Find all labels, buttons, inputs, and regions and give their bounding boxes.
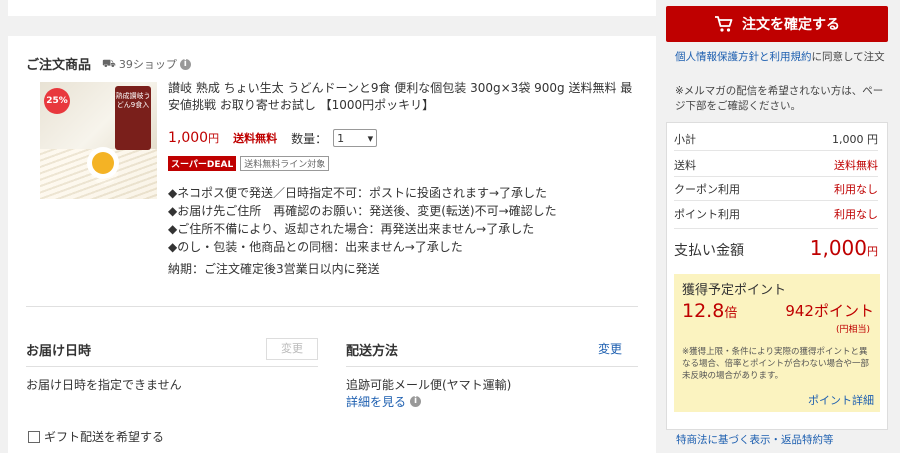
order-section-title: ご注文商品 xyxy=(26,58,92,73)
info-icon[interactable]: i xyxy=(179,58,191,70)
shipping-row: 送料 送料無料 xyxy=(674,157,878,173)
product-pack: 熟成讃岐うどん9食入 xyxy=(115,86,151,150)
quantity-select[interactable]: 1 ▾ xyxy=(333,129,378,147)
points-amount-value: 942 xyxy=(785,302,814,320)
gift-label: ギフト配送を希望する xyxy=(44,430,165,444)
coupon-label: クーポン利用 xyxy=(674,183,740,196)
product-price: 1,000円 xyxy=(168,130,219,146)
mailmag-note: ※メルマガの配信を希望されない方は、ページ下部をご確認ください。 xyxy=(675,85,884,112)
points-yen-equivalent: (円相当) xyxy=(835,325,870,335)
shipping-label: 送料 xyxy=(674,159,696,172)
quantity-value: 1 xyxy=(337,131,345,145)
delivery-detail-link[interactable]: 詳細を見る i xyxy=(346,393,422,410)
points-box: 獲得予定ポイント 12.8倍 942ポイント (円相当) ※獲得上限・条件により… xyxy=(674,274,880,412)
points-fine-print: ※獲得上限・条件により実際の獲得ポイントと異なる場合、倍率とポイントが合わない場… xyxy=(682,347,870,381)
payment-amount: 1,000 xyxy=(809,236,867,260)
subtotal-label: 小計 xyxy=(674,133,696,146)
divider xyxy=(674,228,878,229)
shipping-value: 送料無料 xyxy=(834,159,878,172)
delivery-method-change-link[interactable]: 変更 xyxy=(598,340,622,357)
divider xyxy=(26,306,638,307)
cart-icon xyxy=(715,16,733,32)
point-use-row: ポイント利用 利用なし xyxy=(674,206,878,222)
shop-label: 39ショップ xyxy=(118,58,177,71)
point-use-label: ポイント利用 xyxy=(674,208,740,221)
delivery-date-change-button[interactable]: 変更 xyxy=(266,338,318,360)
order-notes: ◆ネコポス便で発送／日時指定不可：ポストに投函されます→了承した ◆お届け先ご住… xyxy=(168,184,557,256)
chevron-down-icon: ▾ xyxy=(367,131,374,145)
delivery-date-title: お届け日時 xyxy=(26,344,92,359)
points-rate: 12.8倍 xyxy=(682,300,737,322)
super-deal-tag: スーパーDEAL xyxy=(168,156,237,171)
delivery-method-text: 追跡可能メール便(ヤマト運輸) xyxy=(346,378,512,392)
points-title: 獲得予定ポイント xyxy=(682,283,787,298)
pack-text: 熟成讃岐うどん9食入 xyxy=(115,92,151,109)
product-title[interactable]: 讃岐 熟成 ちょい生太 うどんドーンと9食 便利な個包装 300g×3袋 900… xyxy=(168,80,638,114)
gift-checkbox[interactable] xyxy=(28,430,40,443)
divider xyxy=(674,176,878,177)
product-tags: スーパーDEAL 送料無料ライン対象 xyxy=(168,156,330,171)
lead-time: 納期：ご注文確定後3営業日以内に発送 xyxy=(168,262,380,276)
coupon-row: クーポン利用 利用なし xyxy=(674,181,878,197)
subtotal-value: 1,000 円 xyxy=(832,133,878,146)
note-item: ◆ネコポス便で発送／日時指定不可：ポストに投函されます→了承した xyxy=(168,186,548,200)
free-shipping-line-tag: 送料無料ライン対象 xyxy=(240,156,330,171)
note-item: ◆ご住所不備により、返却された場合：再発送出来ません→了承した xyxy=(168,222,535,236)
info-icon: i xyxy=(410,396,422,407)
divider xyxy=(674,200,878,201)
point-use-value: 利用なし xyxy=(834,208,878,221)
points-badge: 25% xyxy=(44,88,70,114)
gift-option[interactable]: ギフト配送を希望する xyxy=(28,428,164,445)
points-amount-unit: ポイント xyxy=(813,302,874,320)
egg-image xyxy=(92,152,114,174)
divider xyxy=(674,150,878,151)
shop-icon: ⛟ xyxy=(102,56,116,70)
payment-total-label: 支払い金額 xyxy=(674,243,744,259)
top-strip xyxy=(8,0,656,16)
legal-notice-link[interactable]: 特商法に基づく表示・返品特約等 xyxy=(676,432,834,447)
subtotal-row: 小計 1,000 円 xyxy=(674,131,878,147)
points-detail-link[interactable]: ポイント詳細 xyxy=(808,392,874,408)
note-item: ◆お届け先ご住所 再確認のお願い：発送後、変更(転送)不可→確認した xyxy=(168,204,557,218)
payment-total-value: 1,000円 xyxy=(810,236,878,260)
price-row: 1,000円 送料無料 数量： 1 ▾ xyxy=(168,129,378,147)
divider xyxy=(346,366,638,367)
delivery-method-title: 配送方法 xyxy=(346,344,399,359)
shop-name[interactable]: ⛟ 39ショップ i xyxy=(102,56,191,72)
quantity-label: 数量： xyxy=(291,131,328,146)
divider xyxy=(26,366,318,367)
points-rate-unit: 倍 xyxy=(724,306,738,321)
privacy-link[interactable]: 個人情報保護方針と利用規約 xyxy=(675,51,812,63)
price-value: 1,000 xyxy=(168,130,209,146)
shipping-free-label: 送料無料 xyxy=(233,132,278,145)
privacy-suffix: に同意して注文 xyxy=(811,51,885,63)
confirm-order-label: 注文を確定する xyxy=(742,17,840,33)
points-rate-value: 12.8 xyxy=(682,300,725,322)
product-thumbnail[interactable]: 25% 熟成讃岐うどん9食入 xyxy=(40,82,157,199)
note-item: ◆のし・包装・他商品との同梱：出来ません→了承した xyxy=(168,240,463,254)
detail-link-label: 詳細を見る xyxy=(346,395,407,409)
delivery-date-text: お届け日時を指定できません xyxy=(26,378,182,392)
points-amount: 942ポイント xyxy=(785,300,874,321)
price-unit: 円 xyxy=(208,132,220,145)
confirm-order-button[interactable]: 注文を確定する xyxy=(666,6,888,42)
privacy-agreement: 個人情報保護方針と利用規約に同意して注文 xyxy=(675,50,885,65)
coupon-value: 利用なし xyxy=(834,183,878,196)
payment-unit: 円 xyxy=(867,245,878,258)
